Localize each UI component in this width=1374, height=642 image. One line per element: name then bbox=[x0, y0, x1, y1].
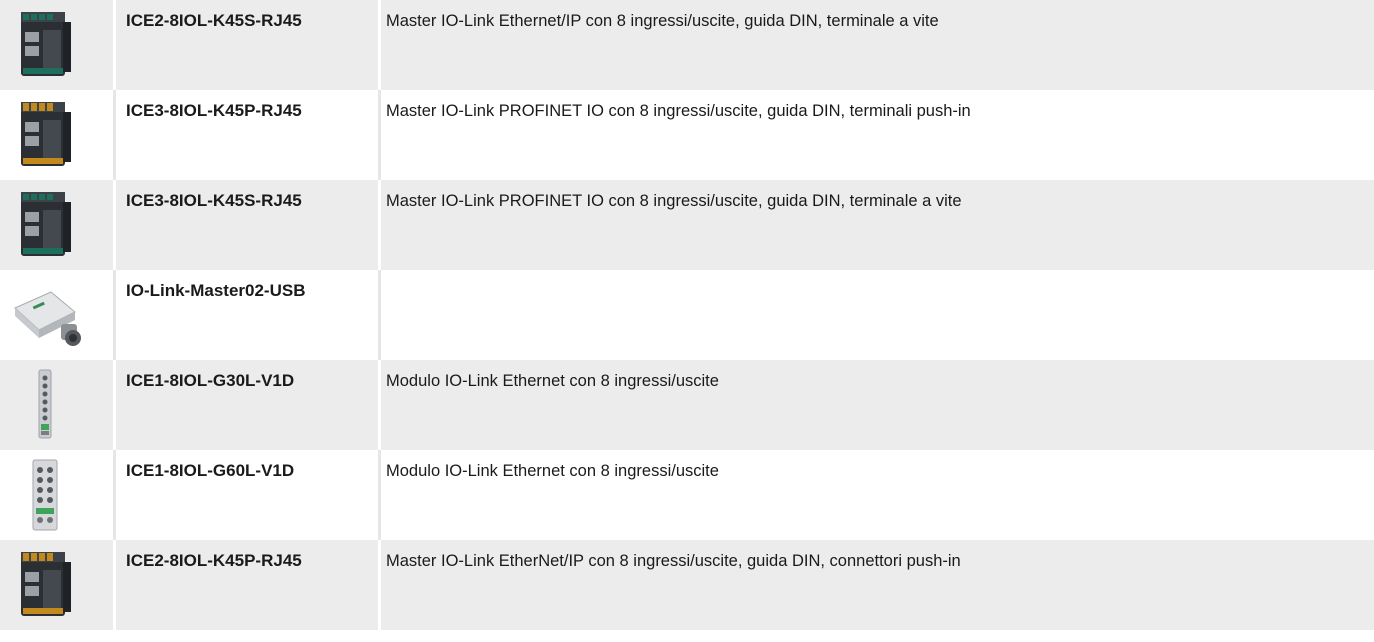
product-image-cell bbox=[0, 180, 116, 270]
din-rail-module-image bbox=[21, 552, 71, 616]
product-code[interactable]: ICE2-8IOL-K45P-RJ45 bbox=[116, 540, 381, 630]
table-row: ICE3-8IOL-K45S-RJ45 Master IO-Link PROFI… bbox=[0, 180, 1374, 270]
slim-field-module-image bbox=[38, 369, 52, 439]
product-description: Master IO-Link PROFINET IO con 8 ingress… bbox=[386, 192, 962, 210]
product-code[interactable]: ICE1-8IOL-G60L-V1D bbox=[116, 450, 381, 540]
product-image-cell bbox=[0, 90, 116, 180]
product-image-cell bbox=[0, 450, 116, 540]
din-rail-module-image bbox=[21, 192, 71, 256]
product-code[interactable]: IO-Link-Master02-USB bbox=[116, 270, 381, 360]
din-rail-module-image bbox=[21, 102, 71, 166]
product-code[interactable]: ICE3-8IOL-K45P-RJ45 bbox=[116, 90, 381, 180]
product-code[interactable]: ICE1-8IOL-G30L-V1D bbox=[116, 360, 381, 450]
product-image-cell bbox=[0, 0, 116, 90]
din-rail-module-image bbox=[21, 12, 71, 76]
product-description bbox=[381, 270, 1374, 372]
product-image-cell bbox=[0, 270, 116, 360]
table-row: ICE3-8IOL-K45P-RJ45 Master IO-Link PROFI… bbox=[0, 90, 1374, 180]
product-code[interactable]: ICE3-8IOL-K45S-RJ45 bbox=[116, 180, 381, 270]
product-description: Master IO-Link EtherNet/IP con 8 ingress… bbox=[386, 552, 961, 570]
table-row: ICE1-8IOL-G30L-V1D Modulo IO-Link Ethern… bbox=[0, 360, 1374, 450]
product-code[interactable]: ICE2-8IOL-K45S-RJ45 bbox=[116, 0, 381, 90]
product-description: Modulo IO-Link Ethernet con 8 ingressi/u… bbox=[386, 462, 719, 480]
product-table: ICE2-8IOL-K45S-RJ45 Master IO-Link Ether… bbox=[0, 0, 1374, 630]
product-image-cell bbox=[0, 540, 116, 630]
usb-master-image bbox=[14, 291, 81, 346]
product-image-cell bbox=[0, 360, 116, 450]
product-description: Modulo IO-Link Ethernet con 8 ingressi/u… bbox=[386, 372, 719, 390]
product-description: Master IO-Link PROFINET IO con 8 ingress… bbox=[386, 102, 971, 120]
product-description: Master IO-Link Ethernet/IP con 8 ingress… bbox=[386, 12, 939, 30]
table-row: ICE1-8IOL-G60L-V1D Modulo IO-Link Ethern… bbox=[0, 450, 1374, 540]
table-row: ICE2-8IOL-K45P-RJ45 Master IO-Link Ether… bbox=[0, 540, 1374, 630]
wide-field-module-image bbox=[32, 459, 58, 531]
table-row: IO-Link-Master02-USB bbox=[0, 270, 1374, 360]
table-row: ICE2-8IOL-K45S-RJ45 Master IO-Link Ether… bbox=[0, 0, 1374, 90]
